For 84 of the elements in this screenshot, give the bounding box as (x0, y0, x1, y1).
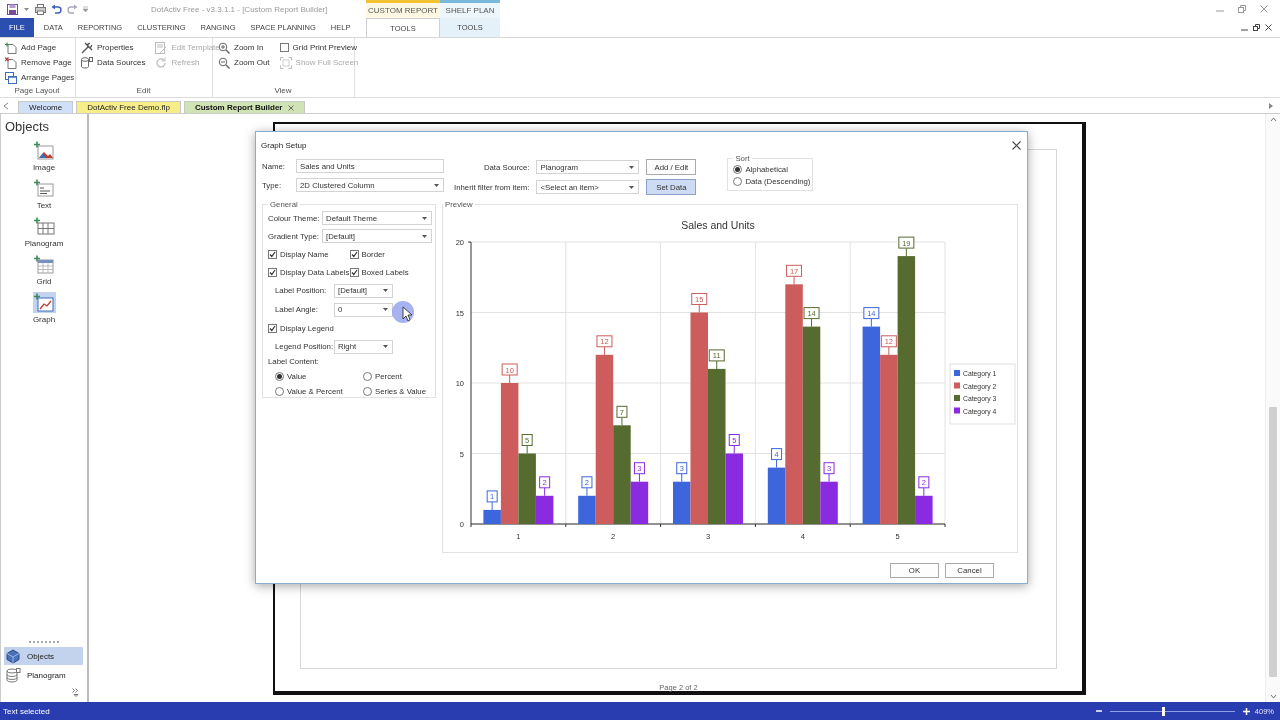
zoom-out-icon (218, 56, 230, 69)
checkbox[interactable] (268, 323, 277, 333)
chart-title: Sales and Units (681, 219, 755, 231)
dialog-title: Graph Setup (261, 140, 307, 150)
group-label: View (273, 86, 293, 97)
scrollbar-thumb[interactable] (1269, 407, 1277, 677)
navigation-item[interactable]: Planogram (4, 666, 83, 684)
ribbon-button[interactable]: Properties (81, 41, 146, 54)
restore-icon[interactable] (1253, 24, 1260, 31)
object-tool[interactable]: Image (1, 140, 87, 172)
redo-icon[interactable] (67, 3, 78, 15)
print-icon[interactable] (35, 3, 46, 15)
undo-icon[interactable] (51, 3, 62, 15)
caret-icon (382, 288, 389, 293)
zoom-in-icon (218, 41, 230, 54)
navigation-item[interactable]: Objects (4, 647, 83, 665)
database-icon (6, 667, 21, 683)
status-text: Text selected (3, 706, 50, 716)
caret-icon (23, 6, 30, 12)
close-icon[interactable] (1265, 24, 1272, 31)
caret-icon (382, 344, 389, 349)
database-icon (81, 56, 93, 69)
zoom-in-icon[interactable] (1243, 707, 1250, 715)
caret-icon (421, 215, 428, 221)
object-tool[interactable]: Graph (1, 292, 87, 324)
document-tab[interactable]: Welcome (18, 101, 74, 113)
scrollbar[interactable] (1265, 114, 1280, 702)
close-icon[interactable] (288, 104, 295, 111)
mouse-cursor-icon (392, 301, 416, 325)
legend-swatch (954, 407, 960, 414)
group-label: Edit (135, 86, 152, 97)
ribbon-button[interactable]: Remove Page (5, 56, 75, 69)
cube-icon (6, 648, 21, 664)
caret-icon (433, 182, 440, 188)
legend-swatch (954, 370, 960, 376)
caret-icon (628, 164, 636, 170)
refresh-icon (155, 56, 168, 69)
slider-thumb[interactable] (1161, 706, 1165, 716)
radio-button[interactable] (275, 371, 284, 381)
tools-icon (81, 41, 93, 54)
checkbox[interactable] (349, 267, 359, 277)
document-tab[interactable]: Custom Report Builder (183, 101, 306, 113)
radio-button[interactable] (363, 371, 372, 381)
group-label: Page Layout (13, 86, 61, 97)
zoom-out-icon[interactable] (1096, 708, 1102, 714)
checkbox[interactable] (268, 249, 277, 259)
checkbox-label: Grid Print Preview (292, 43, 358, 52)
scroll-up-icon[interactable] (1269, 116, 1277, 122)
legend-swatch (954, 382, 960, 389)
document-tab[interactable]: DotActiv Free Demo.flp (76, 101, 181, 113)
checkbox[interactable] (279, 43, 289, 52)
caret-icon (421, 233, 428, 239)
checkbox[interactable] (268, 267, 277, 277)
radio-button[interactable] (363, 386, 372, 396)
radio-button[interactable] (275, 386, 284, 396)
radio-button[interactable] (733, 164, 743, 174)
ribbon-button[interactable]: Zoom In (218, 41, 270, 54)
scroll-right-icon[interactable] (1268, 102, 1274, 110)
object-tool[interactable]: Text (1, 178, 87, 210)
customize-caret-icon[interactable] (83, 6, 88, 12)
radio-button[interactable] (733, 176, 743, 186)
remove-page-icon (5, 56, 17, 69)
ribbon-button[interactable]: Zoom Out (218, 56, 270, 69)
add-page-icon (5, 41, 17, 54)
ribbon-button[interactable]: Arrange Pages (5, 71, 75, 84)
ribbon-button[interactable]: Add Page (5, 41, 75, 54)
save-icon[interactable] (7, 3, 18, 15)
object-tool[interactable]: Planogram (1, 216, 87, 248)
scroll-down-icon[interactable] (1269, 694, 1277, 700)
scroll-left-icon[interactable] (3, 102, 9, 110)
close-icon[interactable] (1012, 140, 1021, 150)
caret-icon (628, 184, 636, 190)
arrange-pages-icon (5, 71, 17, 84)
ribbon-button[interactable]: Data Sources (81, 56, 146, 69)
legend-swatch (954, 395, 960, 401)
object-tool[interactable]: Grid (1, 254, 87, 286)
checkbox[interactable] (349, 249, 359, 259)
window-title: DotActiv Free - v3.3.1.1 - [Custom Report Builder] (151, 4, 328, 14)
full-screen-icon (279, 56, 292, 69)
context-tab-header: SHELF PLAN (440, 0, 500, 18)
panel-title: Objects (4, 118, 51, 136)
caret-icon (382, 307, 389, 312)
template-icon (155, 41, 168, 54)
expand-chevron-icon[interactable] (72, 688, 79, 697)
